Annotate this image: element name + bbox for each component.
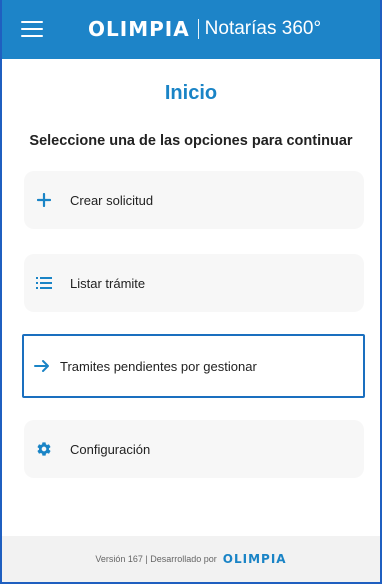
option-label: Crear solicitud [70, 192, 154, 208]
top-app-bar: OLIMPIA Notarías 360° [2, 0, 380, 59]
plus-icon [34, 190, 54, 210]
product-name: Notarías 360° [204, 18, 322, 39]
page-title: Inicio [164, 82, 218, 104]
option-crear-solicitud[interactable]: Crear solicitud [24, 171, 364, 229]
option-label: Configuración [70, 441, 151, 457]
arrow-right-icon [32, 356, 52, 376]
option-label: Tramites pendientes por gestionar [60, 358, 257, 374]
list-icon [34, 273, 54, 293]
hamburger-menu-icon[interactable] [21, 21, 43, 37]
olimpia-logo: OLIMPIA [88, 17, 190, 41]
option-configuracion[interactable]: Configuración [24, 420, 364, 478]
app-screen: OLIMPIA Notarías 360° Inicio Seleccione … [0, 0, 382, 584]
page-subtitle: Seleccione una de las opciones para cont… [29, 133, 353, 149]
option-listar-tramite[interactable]: Listar trámite [24, 254, 364, 312]
option-label: Listar trámite [70, 275, 146, 291]
gear-icon [34, 439, 54, 459]
olimpia-footer-logo: OLIMPIA [222, 552, 287, 566]
brand-divider [197, 19, 199, 39]
option-tramites-pendientes[interactable]: Tramites pendientes por gestionar [22, 334, 365, 398]
footer: Versión 167 | Desarrollado por OLIMPIA [2, 536, 380, 582]
version-text: Versión 167 | Desarrollado por [95, 554, 217, 564]
brand-header: OLIMPIA Notarías 360° [88, 14, 321, 44]
